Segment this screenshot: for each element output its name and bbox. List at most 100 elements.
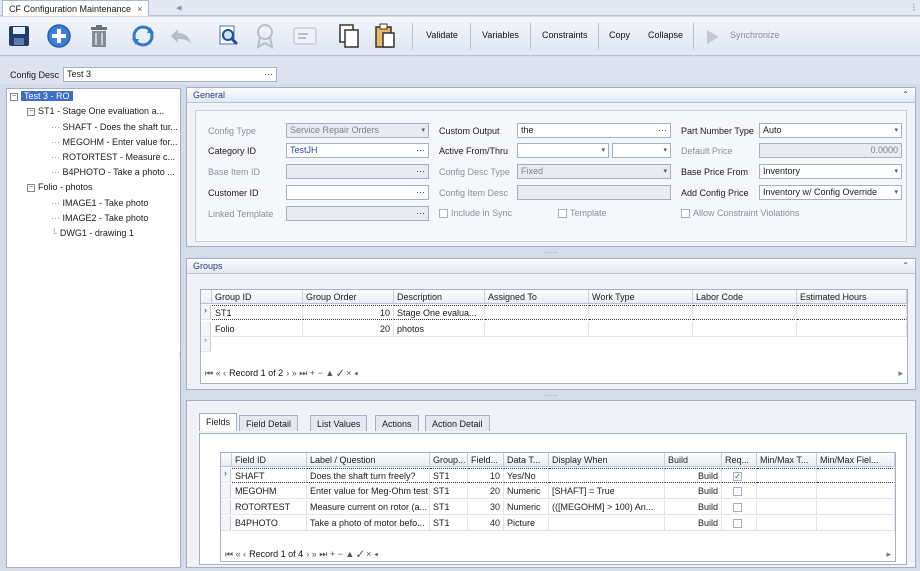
ellipsis-icon[interactable]: ··· <box>416 187 425 197</box>
table-cell[interactable]: Build <box>665 484 722 499</box>
nav-next-page-icon[interactable]: » <box>292 368 297 378</box>
column-header[interactable]: Group ID <box>212 290 303 304</box>
tree-item[interactable]: ··· SHAFT - Does the shaft tur... <box>51 122 178 132</box>
nav-delete-icon[interactable]: − <box>318 368 323 378</box>
dropdown-arrow-icon[interactable]: ▾ <box>601 146 605 154</box>
column-header[interactable]: Labor Code <box>693 290 797 304</box>
nav-delete-icon[interactable]: − <box>338 549 343 559</box>
tab-actions[interactable]: Actions <box>375 415 419 431</box>
table-cell[interactable]: ST1 <box>430 484 468 499</box>
tree-item[interactable]: ··· IMAGE2 - Take photo <box>51 213 148 223</box>
tree-item[interactable]: ··· B4PHOTO - Take a photo ... <box>51 167 175 177</box>
copy-doc-icon[interactable] <box>334 21 364 51</box>
nav-add-icon[interactable]: + <box>310 368 315 378</box>
table-cell[interactable] <box>693 305 797 320</box>
tab-field-detail[interactable]: Field Detail <box>239 415 299 431</box>
table-cell[interactable]: B4PHOTO <box>232 516 307 531</box>
nav-confirm-icon[interactable]: ✓ <box>357 549 364 559</box>
delete-icon[interactable] <box>84 21 114 51</box>
table-cell[interactable]: ST1 <box>430 468 468 483</box>
splitter-handle[interactable]: ····· <box>186 248 916 257</box>
dropdown-arrow-icon[interactable]: ▾ <box>894 126 898 134</box>
linked-template-input[interactable]: ··· <box>286 206 429 221</box>
undo-icon[interactable] <box>166 21 196 51</box>
tree-item[interactable]: ··· MEGOHM - Enter value for... <box>51 137 178 147</box>
nav-add-icon[interactable]: + <box>330 549 335 559</box>
collapse-node-icon[interactable]: − <box>10 92 18 101</box>
default-price-input[interactable]: 0.0000 <box>759 143 902 158</box>
table-cell[interactable] <box>797 305 907 320</box>
checkbox-icon[interactable] <box>681 209 690 219</box>
config-item-desc-input[interactable] <box>517 185 671 200</box>
category-id-input[interactable]: TestJH ··· <box>286 143 429 158</box>
nav-first-icon[interactable]: ⏮ <box>225 549 233 559</box>
base-price-from-select[interactable]: Inventory ▾ <box>759 164 902 179</box>
table-cell[interactable] <box>817 516 895 531</box>
nav-next-page-icon[interactable]: » <box>312 549 317 559</box>
tab-action-detail[interactable]: Action Detail <box>425 415 490 431</box>
column-header[interactable]: Group Order <box>303 290 394 304</box>
table-cell[interactable] <box>797 322 907 337</box>
row-indicator[interactable] <box>221 500 231 515</box>
table-cell[interactable]: photos <box>394 322 485 337</box>
custom-output-input[interactable]: the ··· <box>517 123 671 138</box>
table-cell[interactable] <box>817 484 895 499</box>
nav-confirm-icon[interactable]: ✓ <box>337 368 344 378</box>
close-tab-icon[interactable]: × <box>137 4 142 14</box>
table-cell[interactable]: Stage One evalua... <box>394 305 485 320</box>
table-cell[interactable]: Folio <box>212 322 303 337</box>
document-tab[interactable]: CF Configuration Maintenance × <box>2 0 150 16</box>
scroll-right-icon[interactable]: ▸ <box>886 549 891 560</box>
table-cell[interactable]: Enter value for Meg-Ohm test <box>307 484 430 499</box>
dropdown-arrow-icon[interactable]: ▾ <box>894 188 898 196</box>
table-cell[interactable]: Numeric <box>504 484 549 499</box>
nav-next-icon[interactable]: › <box>306 549 309 559</box>
active-from-input[interactable]: ▾ <box>517 143 609 158</box>
notes-icon[interactable] <box>290 21 320 51</box>
tab-fields[interactable]: Fields <box>199 413 238 431</box>
customer-id-input[interactable]: ··· <box>286 185 429 200</box>
collapse-node-icon[interactable]: − <box>27 183 35 192</box>
variables-button[interactable]: Variables <box>482 30 519 40</box>
table-cell[interactable]: Does the shaft turn freely? <box>307 468 430 483</box>
include-in-sync-checkbox[interactable]: Include in Sync <box>439 208 512 219</box>
table-cell[interactable] <box>589 305 693 320</box>
checkbox-icon[interactable] <box>439 209 448 219</box>
checkbox-icon[interactable] <box>733 472 742 482</box>
config-type-select[interactable]: Service Repair Orders ▾ <box>286 123 429 138</box>
table-cell[interactable] <box>693 322 797 337</box>
nav-prev-page-icon[interactable]: « <box>236 549 241 559</box>
required-checkbox-cell[interactable] <box>722 500 757 515</box>
table-cell[interactable]: ST1 <box>212 305 303 320</box>
active-thru-input[interactable]: ▾ <box>612 143 671 158</box>
table-cell[interactable]: SHAFT <box>232 468 307 483</box>
table-cell[interactable]: ST1 <box>430 516 468 531</box>
table-cell[interactable]: Yes/No <box>504 468 549 483</box>
config-desc-input[interactable]: Test 3 ··· <box>63 67 277 82</box>
allow-constraint-violations-checkbox[interactable]: Allow Constraint Violations <box>681 208 799 219</box>
table-cell[interactable]: 20 <box>303 322 394 337</box>
tree-item[interactable]: └ DWG1 - drawing 1 <box>51 228 134 238</box>
nav-last-icon[interactable]: ⏭ <box>319 549 327 559</box>
tree-root[interactable]: − Test 3 - RO <box>10 91 73 101</box>
nav-prev-icon[interactable]: ‹ <box>243 549 246 559</box>
ellipsis-icon[interactable]: ··· <box>264 69 273 79</box>
ellipsis-icon[interactable]: ··· <box>416 166 425 176</box>
nav-first-icon[interactable]: ⏮ <box>205 368 213 378</box>
column-header[interactable]: Display When <box>549 453 665 467</box>
column-header[interactable]: Build <box>665 453 722 467</box>
column-header[interactable]: Group... <box>430 453 468 467</box>
search-icon[interactable] <box>214 21 244 51</box>
nav-cancel-icon[interactable]: × <box>346 368 351 378</box>
row-indicator[interactable] <box>201 322 211 337</box>
table-cell[interactable]: 10 <box>303 305 394 320</box>
nav-scroll-left-icon[interactable]: ◂ <box>354 368 358 378</box>
nav-prev-icon[interactable]: ‹ <box>223 368 226 378</box>
column-header[interactable]: Assigned To <box>485 290 589 304</box>
table-cell[interactable]: Measure current on rotor (a... <box>307 500 430 515</box>
award-icon[interactable] <box>250 21 280 51</box>
column-header[interactable]: Req... <box>722 453 757 467</box>
collapse-node-icon[interactable]: − <box>27 107 35 116</box>
column-header[interactable]: Field... <box>468 453 504 467</box>
paste-icon[interactable] <box>370 21 400 51</box>
